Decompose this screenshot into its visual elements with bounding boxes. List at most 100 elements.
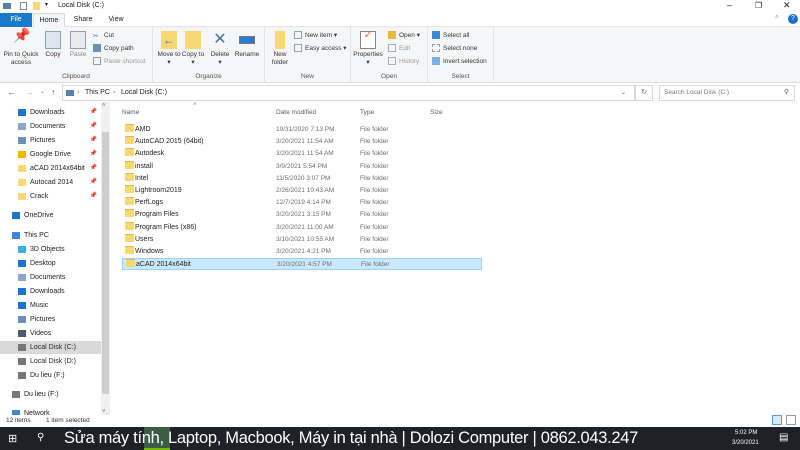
nav-item[interactable]: Downloads 📌: [0, 106, 101, 119]
edit-button[interactable]: Edit: [388, 43, 410, 55]
tab-share[interactable]: Share: [67, 13, 99, 27]
back-button[interactable]: ←: [7, 87, 16, 97]
nav-item[interactable]: Local Disk (C:): [0, 341, 101, 354]
new-folder-quick-icon[interactable]: [33, 2, 40, 10]
nav-item[interactable]: 3D Objects: [0, 243, 101, 256]
help-icon[interactable]: ?: [788, 14, 798, 24]
paste-icon: [70, 31, 86, 49]
folder-icon: [125, 221, 134, 230]
file-row[interactable]: AutoCAD 2015 (64bit) 3/20/2021 11:54 AM Fi…: [122, 136, 482, 148]
pin-to-quick-access-button[interactable]: 📌 Pin to Quick access: [2, 28, 40, 67]
nav-scrollbar[interactable]: ˄ ˅: [101, 102, 110, 415]
properties-button[interactable]: ✓ Properties ▾: [352, 31, 384, 67]
nav-item[interactable]: OneDrive: [0, 209, 101, 222]
paste-button[interactable]: Paste: [67, 31, 89, 59]
nav-item[interactable]: Crack 📌: [0, 190, 101, 203]
minimize-button[interactable]: –: [727, 0, 732, 10]
pin-icon[interactable]: 📌: [90, 176, 97, 189]
move-to-button[interactable]: ← Move to ▾: [157, 31, 181, 67]
delete-button[interactable]: ✕ Delete ▾: [208, 31, 232, 67]
notification-icon[interactable]: ▤: [779, 432, 788, 443]
copy-to-button[interactable]: Copy to ▾: [181, 31, 205, 67]
new-folder-button[interactable]: New folder: [267, 31, 293, 67]
forward-button[interactable]: →: [25, 87, 34, 97]
address-bar[interactable]: › This PC › Local Disk (C:) ⌄: [62, 85, 635, 101]
nav-item[interactable]: Downloads: [0, 285, 101, 298]
details-view-button[interactable]: [772, 415, 782, 425]
file-row[interactable]: Program Files 3/20/2021 3:15 PM File folde…: [122, 209, 482, 221]
nav-item[interactable]: Pictures 📌: [0, 134, 101, 147]
refresh-button[interactable]: ↻: [635, 85, 653, 101]
nav-item[interactable]: Documents: [0, 271, 101, 284]
nav-item[interactable]: Music: [0, 299, 101, 312]
pin-icon[interactable]: 📌: [90, 120, 97, 133]
history-button[interactable]: History: [388, 56, 419, 68]
breadcrumb-this-pc[interactable]: This PC: [85, 89, 110, 96]
nav-item[interactable]: Documents 📌: [0, 120, 101, 133]
nav-item[interactable]: This PC: [0, 229, 101, 242]
new-item-button[interactable]: New item ▾: [294, 30, 337, 42]
properties-quick-icon[interactable]: [20, 2, 27, 10]
rename-button[interactable]: Rename: [233, 31, 261, 59]
file-date: 3/20/2021 11:54 AM: [276, 138, 334, 146]
pin-icon[interactable]: 📌: [90, 148, 97, 161]
column-name[interactable]: Name: [122, 109, 139, 116]
tab-file[interactable]: File: [0, 13, 32, 27]
open-button[interactable]: Open ▾: [388, 30, 420, 42]
easy-access-button[interactable]: Easy access ▾: [294, 43, 347, 55]
nav-item[interactable]: Du lieu (F:): [0, 388, 101, 401]
select-all-button[interactable]: Select all: [432, 30, 469, 42]
restore-button[interactable]: ❐: [755, 1, 762, 10]
clock-time[interactable]: 5:02 PM: [735, 430, 757, 436]
column-size[interactable]: Size: [430, 109, 443, 116]
file-name: Users: [135, 235, 154, 243]
file-row[interactable]: Intel 11/5/2020 3:07 PM File folder: [122, 172, 482, 185]
up-button[interactable]: ↑: [51, 87, 56, 97]
large-icons-view-button[interactable]: [786, 415, 796, 425]
collapse-ribbon-icon[interactable]: ˄: [775, 15, 779, 21]
invert-selection-button[interactable]: Invert selection: [432, 56, 487, 68]
nav-item[interactable]: aCAD 2014x64bit 📌: [0, 162, 101, 175]
nav-item[interactable]: Desktop: [0, 257, 101, 270]
nav-item[interactable]: Videos: [0, 327, 101, 340]
file-row[interactable]: Program Files (x86) 3/20/2021 11:00 AM Fil…: [122, 221, 482, 234]
close-button[interactable]: ✕: [783, 0, 791, 11]
scroll-up-icon[interactable]: ˄: [102, 103, 106, 109]
download-icon: [18, 108, 26, 116]
nav-item[interactable]: Pictures: [0, 313, 101, 326]
file-row[interactable]: Windows 3/20/2021 4:21 PM File folder: [122, 246, 482, 258]
breadcrumb-local-disk[interactable]: Local Disk (C:): [121, 89, 167, 96]
file-row[interactable]: Autodesk 3/20/2021 11:54 AM File folder: [122, 148, 482, 160]
file-row[interactable]: AMD 10/31/2020 7:13 PM File folder: [122, 124, 482, 136]
tab-home[interactable]: Home: [33, 13, 65, 27]
file-row[interactable]: aCAD 2014x64bit 3/20/2021 4:57 PM File fol…: [122, 258, 482, 271]
address-dropdown-icon[interactable]: ⌄: [621, 89, 626, 96]
pin-icon[interactable]: 📌: [90, 134, 97, 147]
start-button[interactable]: ⊞: [8, 432, 17, 445]
recent-locations-button[interactable]: ⌄: [40, 88, 45, 95]
pin-icon[interactable]: 📌: [90, 106, 97, 119]
nav-item[interactable]: Local Disk (D:): [0, 355, 101, 368]
column-date-modified[interactable]: Date modified: [276, 109, 316, 116]
search-taskbar-icon[interactable]: ⚲: [37, 432, 44, 443]
column-type[interactable]: Type: [360, 109, 374, 116]
nav-item[interactable]: Du lieu (F:): [0, 369, 101, 382]
cut-button[interactable]: ✂ Cut: [93, 30, 114, 42]
pin-icon[interactable]: 📌: [90, 190, 97, 203]
file-row[interactable]: Users 3/10/2021 10:55 AM File folder: [122, 233, 482, 246]
nav-item[interactable]: Google Drive 📌: [0, 148, 101, 161]
file-row[interactable]: install 3/9/2021 5:54 PM File folder: [122, 160, 482, 173]
clock-date[interactable]: 3/20/2021: [732, 440, 759, 446]
paste-shortcut-button[interactable]: Paste shortcut: [93, 56, 146, 68]
copy-button[interactable]: Copy: [42, 31, 64, 59]
pin-icon[interactable]: 📌: [90, 162, 97, 175]
customize-toolbar-icon[interactable]: ▾: [45, 1, 48, 8]
file-row[interactable]: PerfLogs 12/7/2019 4:14 PM File folder: [122, 197, 482, 209]
nav-item[interactable]: Autocad 2014 📌: [0, 176, 101, 189]
file-row[interactable]: Lightroom2019 2/26/2021 10:43 AM File fold…: [122, 185, 482, 197]
select-none-button[interactable]: Select none: [432, 43, 477, 55]
nav-scrollbar-thumb[interactable]: [102, 132, 109, 394]
copy-path-button[interactable]: Copy path: [93, 43, 134, 55]
search-box[interactable]: Search Local Disk (C:) ⚲: [659, 85, 795, 101]
tab-view[interactable]: View: [100, 13, 132, 27]
